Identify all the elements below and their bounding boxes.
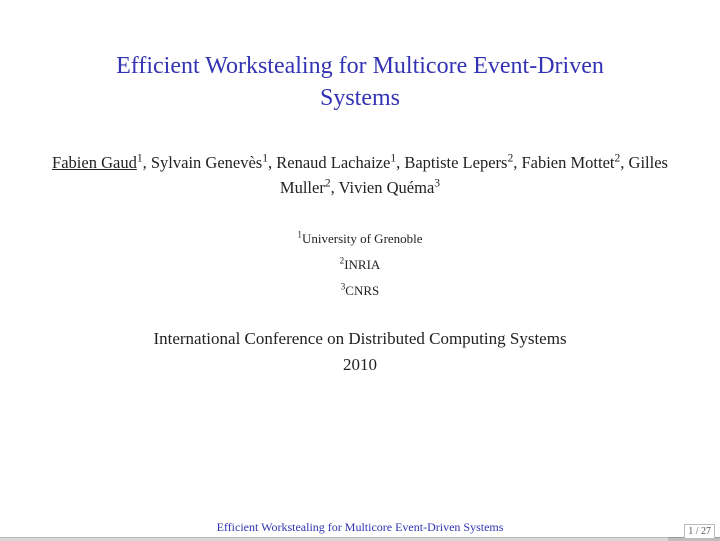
progress-bar-track [0,537,668,541]
conference-year: 2010 [343,355,377,374]
author: Vivien Quéma [339,178,435,197]
title-line-2: Systems [320,85,400,111]
author: Sylvain Genevès [151,153,262,172]
affiliations-block: 1University of Grenoble 2INRIA 3CNRS [0,226,720,304]
affil-name: INRIA [344,257,380,272]
affiliation: 1University of Grenoble [0,226,720,252]
footer: Efficient Workstealing for Multicore Eve… [0,520,720,541]
author-presenter: Fabien Gaud [52,153,137,172]
conference-name: International Conference on Distributed … [153,329,566,348]
affiliation: 3CNRS [0,278,720,304]
author: Fabien Mottet [521,153,614,172]
author-sup: 2 [615,152,621,164]
page-number-box: 1 / 27 [684,524,715,539]
author-sup: 1 [262,152,268,164]
author-sup: 3 [434,177,440,189]
author-sup: 1 [137,152,143,164]
page-sep: / [693,526,701,537]
progress-bar [0,537,720,541]
author: Renaud Lachaize [276,153,390,172]
conference-block: International Conference on Distributed … [0,326,720,377]
author: Baptiste Lepers [404,153,507,172]
affil-name: University of Grenoble [302,231,423,246]
author-sup: 2 [507,152,513,164]
affil-name: CNRS [345,283,379,298]
authors-block: Fabien Gaud1, Sylvain Genevès1, Renaud L… [0,151,720,201]
author-sup: 2 [325,177,331,189]
footer-short-title: Efficient Workstealing for Multicore Eve… [0,520,720,535]
author-sup: 1 [390,152,396,164]
affiliation: 2INRIA [0,252,720,278]
presentation-title: Efficient Workstealing for Multicore Eve… [0,0,720,115]
slide: Efficient Workstealing for Multicore Eve… [0,0,720,541]
page-total: 27 [701,526,711,537]
title-line-1: Efficient Workstealing for Multicore Eve… [116,53,604,79]
